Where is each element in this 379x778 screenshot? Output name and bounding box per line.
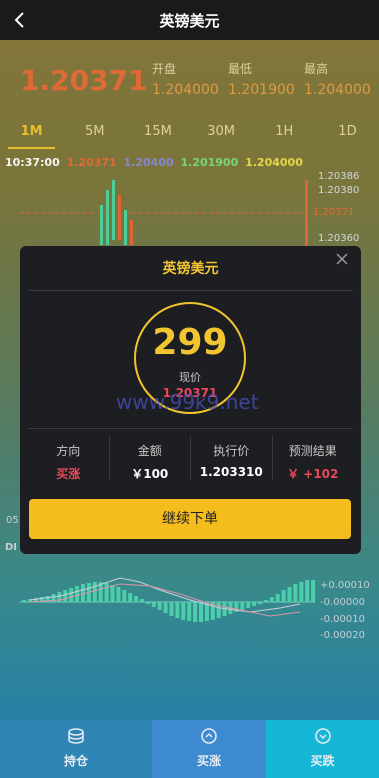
info-direction-label: 方向	[56, 444, 81, 458]
info-forecast: 预测结果 ￥ +102	[273, 436, 354, 481]
modal-divider	[28, 290, 353, 291]
down-coin-icon	[314, 728, 331, 744]
countdown-value: 299	[152, 322, 228, 363]
footer-positions[interactable]: 持仓	[0, 720, 152, 778]
up-coin-icon	[201, 728, 217, 744]
info-strike-label: 执行价	[213, 444, 250, 458]
info-forecast-value: ￥ +102	[287, 467, 339, 481]
info-strike-value: 1.203310	[199, 465, 263, 479]
page-title: 英镑美元	[159, 11, 220, 30]
order-info-row: 方向 买涨 金额 ￥100 执行价 1.203310 预测结果 ￥ +102	[28, 436, 354, 481]
close-icon[interactable]	[335, 252, 349, 266]
info-direction: 方向 买涨	[28, 436, 110, 481]
modal-title: 英镑美元	[162, 261, 219, 277]
info-forecast-label: 预测结果	[288, 444, 337, 458]
footer-positions-label: 持仓	[63, 754, 88, 768]
bottom-action-bar: 持仓 买涨 买跌	[0, 720, 379, 778]
top-bar: 英镑美元	[0, 0, 379, 40]
coins-icon	[68, 728, 84, 744]
footer-buy-up[interactable]: 买涨	[152, 720, 266, 778]
watermark-text: www.99k9.net	[116, 390, 259, 414]
info-amount: 金额 ￥100	[110, 436, 191, 481]
back-arrow-icon[interactable]	[10, 10, 30, 30]
footer-buy-up-label: 买涨	[196, 754, 221, 768]
modal-divider	[28, 428, 353, 429]
info-direction-value: 买涨	[56, 467, 81, 481]
info-amount-value: ￥100	[131, 467, 169, 481]
continue-order-button[interactable]: 继续下单	[29, 499, 351, 539]
info-strike: 执行价 1.203310	[191, 436, 273, 480]
info-amount-label: 金额	[137, 444, 162, 458]
order-modal: 英镑美元 299 现价 1.20371 www.99k9.net 方向 买涨 金…	[20, 246, 361, 554]
current-price-label: 现价	[179, 371, 201, 384]
footer-buy-down[interactable]: 买跌	[266, 720, 379, 778]
footer-buy-down-label: 买跌	[310, 754, 335, 768]
